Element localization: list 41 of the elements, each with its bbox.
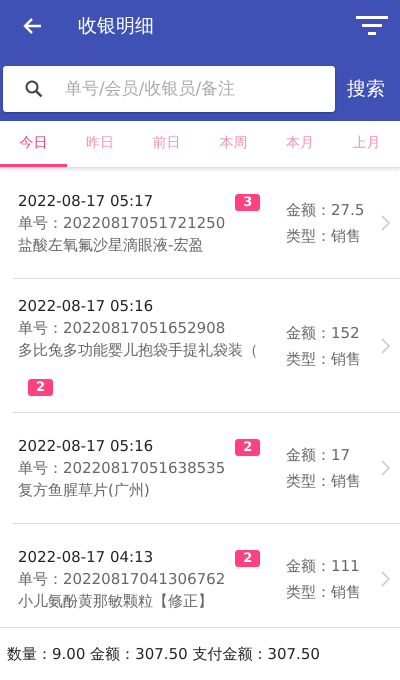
order-number: 单号：20220817051721250: [18, 213, 226, 234]
chevron-right-icon[interactable]: [381, 571, 390, 587]
order-type: 类型：销售: [286, 226, 362, 247]
filter-icon[interactable]: [356, 16, 388, 36]
order-time: 2022-08-17 04:13: [18, 547, 154, 568]
order-number: 单号：20220817051652908: [18, 318, 226, 339]
summary-text: 数量：9.00 金额：307.50 支付金额：307.50: [7, 644, 320, 664]
count-badge: 2: [235, 439, 260, 456]
product-name: 小儿氨酚黄那敏颗粒【修正】: [18, 591, 214, 612]
date-tab[interactable]: 昨日: [66, 121, 134, 167]
order-time: 2022-08-17 05:16: [18, 436, 154, 457]
product-name: 盐酸左氧氟沙星滴眼液-宏盈: [18, 235, 204, 256]
order-time: 2022-08-17 05:16: [18, 296, 154, 317]
order-type: 类型：销售: [286, 471, 362, 492]
order-type: 类型：销售: [286, 582, 362, 603]
search-button[interactable]: 搜索: [341, 72, 391, 106]
count-badge: 2: [28, 379, 54, 396]
search-field[interactable]: 单号/会员/收银员/备注: [3, 66, 335, 112]
order-type: 类型：销售: [286, 348, 362, 370]
date-tab[interactable]: 上月: [333, 121, 400, 167]
back-arrow-icon[interactable]: [22, 17, 42, 35]
order-amount: 金额：17: [286, 445, 352, 466]
chevron-right-icon[interactable]: [381, 215, 390, 231]
count-badge: 3: [235, 194, 260, 211]
order-amount: 金额：111: [286, 556, 361, 577]
date-tab[interactable]: 今日: [0, 121, 67, 167]
chevron-right-icon[interactable]: [381, 338, 390, 354]
count-badge: 2: [235, 550, 260, 567]
search-icon: [25, 80, 43, 98]
order-number: 单号：20220817041306762: [18, 569, 226, 590]
date-tab[interactable]: 本月: [266, 121, 334, 167]
product-name: 复方鱼腥草片(广州): [18, 480, 151, 501]
order-time: 2022-08-17 05:17: [18, 191, 154, 212]
chevron-right-icon[interactable]: [381, 460, 390, 476]
order-number: 单号：20220817051638535: [18, 458, 226, 479]
page-title: 收银明细: [78, 14, 155, 39]
date-tab[interactable]: 前日: [133, 121, 200, 167]
order-amount: 金额：152: [286, 322, 361, 344]
date-tab[interactable]: 本周: [200, 121, 267, 167]
product-name: 多比兔多功能婴儿抱袋手提礼袋装（: [18, 340, 258, 361]
order-amount: 金额：27.5: [286, 200, 366, 221]
